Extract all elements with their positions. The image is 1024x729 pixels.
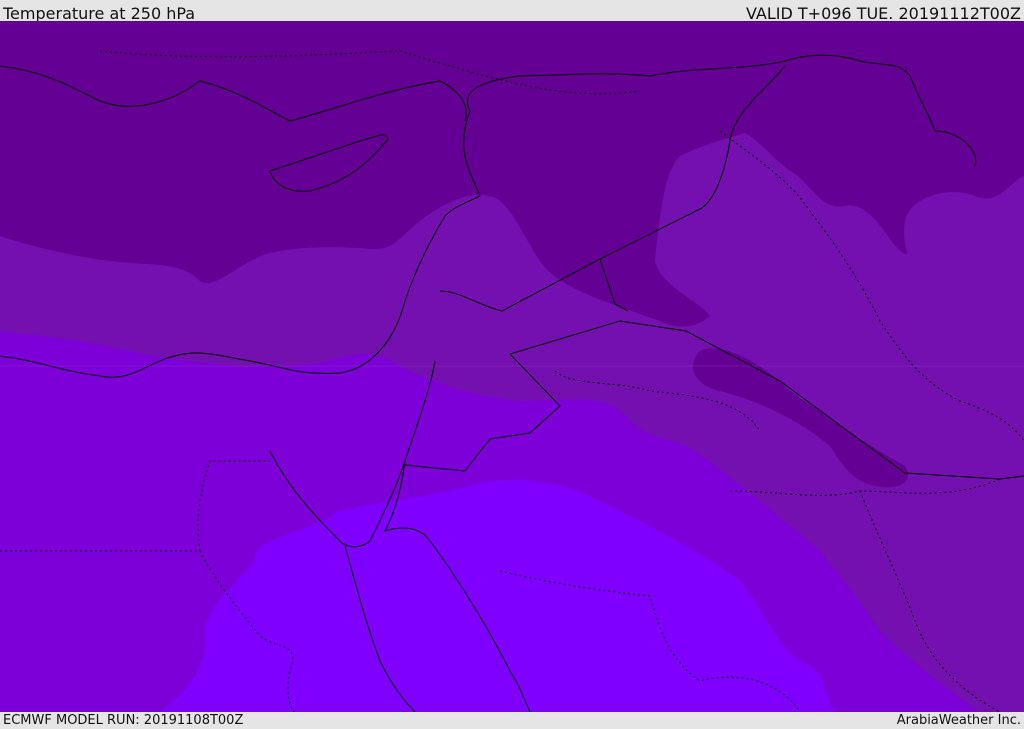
temperature-map bbox=[0, 21, 1024, 712]
credit: ArabiaWeather Inc. bbox=[896, 713, 1021, 728]
header-bar: Temperature at 250 hPa VALID T+096 TUE. … bbox=[0, 0, 1024, 23]
model-run: ECMWF MODEL RUN: 20191108T00Z bbox=[3, 713, 244, 728]
footer-bar: ECMWF MODEL RUN: 20191108T00Z ArabiaWeat… bbox=[0, 712, 1024, 729]
